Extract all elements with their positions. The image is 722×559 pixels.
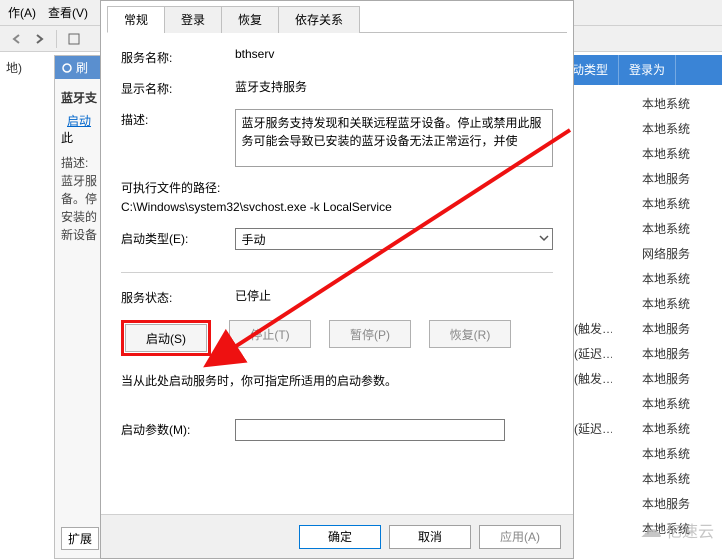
cloud-icon: ☁ [640,517,662,543]
start-params-label: 启动参数(M): [121,419,221,438]
table-row[interactable]: 动(触发…本地服务 [552,318,722,339]
refresh-label: 刷 [76,59,88,76]
service-name-value: bthserv [235,47,553,61]
separator [121,272,553,273]
list-rows: 动本地系统 动本地系统 动本地系统 动本地服务 动本地系统 动本地系统 动网络服… [552,89,722,559]
service-name-label: 服务名称: [121,47,221,66]
table-row[interactable]: 动本地系统 [552,268,722,289]
tab-dependencies[interactable]: 依存关系 [278,6,360,33]
table-row[interactable]: 动本地系统 [552,443,722,464]
display-name-label: 显示名称: [121,78,221,97]
startup-type-label: 启动类型(E): [121,228,221,247]
table-row[interactable]: 动(延迟…本地系统 [552,418,722,439]
col-logon-as[interactable]: 登录为 [619,55,676,85]
resume-button: 恢复(R) [429,320,511,348]
start-button[interactable]: 启动(S) [125,324,207,352]
pause-button: 暂停(P) [329,320,411,348]
table-row[interactable]: 动本地系统 [552,468,722,489]
table-row[interactable]: 动本地系统 [552,118,722,139]
list-header: 动类型 登录为 [562,55,722,85]
description-label: 描述: [121,109,221,128]
tab-logon[interactable]: 登录 [164,6,222,33]
start-link-suffix: 此 [61,131,73,145]
watermark: ☁ 亿速云 [640,517,714,543]
service-properties-dialog: 常规 登录 恢复 依存关系 服务名称: bthserv 显示名称: 蓝牙支持服务… [100,0,574,559]
table-row[interactable]: 动本地系统 [552,93,722,114]
start-params-hint: 当从此处启动服务时，你可指定所适用的启动参数。 [121,372,553,389]
apply-button[interactable]: 应用(A) [479,525,561,549]
table-row[interactable]: 动本地系统 [552,393,722,414]
cancel-button[interactable]: 取消 [389,525,471,549]
description-text[interactable]: 蓝牙服务支持发现和关联远程蓝牙设备。停止或禁用此服务可能会导致已安装的蓝牙设备无… [235,109,554,167]
stop-button: 停止(T) [229,320,311,348]
separator [56,30,57,48]
properties-icon[interactable] [65,30,83,48]
service-status-label: 服务状态: [121,287,221,306]
table-row[interactable]: 动本地服务 [552,168,722,189]
exe-path-value: C:\Windows\system32\svchost.exe -k Local… [121,200,553,214]
forward-icon[interactable] [30,30,48,48]
startup-type-select[interactable]: 手动 [235,228,553,250]
table-row[interactable]: 动本地系统 [552,293,722,314]
table-row[interactable]: 动本地系统 [552,193,722,214]
startup-type-value: 手动 [242,231,266,248]
table-row[interactable]: 动(延迟…本地服务 [552,343,722,364]
display-name-value: 蓝牙支持服务 [235,78,553,95]
table-row[interactable]: 动本地服务 [552,493,722,514]
tab-recovery[interactable]: 恢复 [221,6,279,33]
dialog-footer: 确定 取消 应用(A) [101,514,573,558]
extended-tab[interactable]: 扩展 [61,527,99,550]
exe-path-label: 可执行文件的路径: [121,179,553,196]
start-params-input[interactable] [235,419,505,441]
ok-button[interactable]: 确定 [299,525,381,549]
menu-view[interactable]: 查看(V) [48,4,88,21]
watermark-text: 亿速云 [666,518,714,542]
tab-general[interactable]: 常规 [107,6,165,33]
start-button-highlight: 启动(S) [121,320,211,356]
table-row[interactable]: 动(触发…本地服务 [552,368,722,389]
table-row[interactable]: 动网络服务 [552,243,722,264]
start-link[interactable]: 启动 [61,114,97,128]
tab-strip: 常规 登录 恢复 依存关系 [107,5,567,33]
tab-body-general: 服务名称: bthserv 显示名称: 蓝牙支持服务 描述: 蓝牙服务支持发现和… [101,33,573,463]
refresh-icon [61,62,73,74]
service-status-value: 已停止 [235,287,553,304]
table-row[interactable]: 动本地系统 [552,143,722,164]
menu-action[interactable]: 作(A) [8,4,36,21]
back-icon[interactable] [8,30,26,48]
address-label: 地) [0,55,50,79]
table-row[interactable]: 动本地系统 [552,218,722,239]
